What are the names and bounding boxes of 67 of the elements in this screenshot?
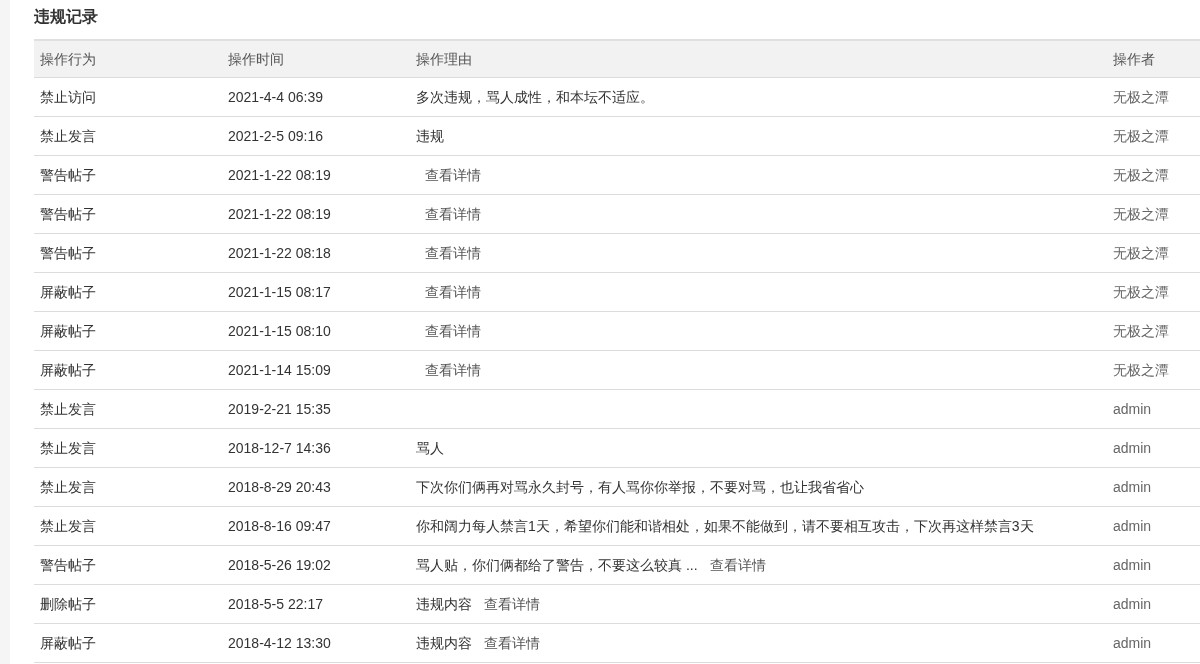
reason-text: 多次违规，骂人成性，和本坛不适应。	[416, 87, 654, 107]
table-cell-text: 屏蔽帖子	[39, 282, 97, 302]
table-cell-text: 无极之潭	[1112, 165, 1170, 185]
reason-text: 违规	[416, 126, 444, 146]
table-cell-text: admin	[1112, 477, 1153, 497]
column-header: 操作行为	[39, 49, 97, 69]
table-cell-text: 无极之潭	[1112, 282, 1170, 302]
table-cell-text: 警告帖子	[39, 243, 97, 263]
table-cell-text: 禁止发言	[39, 477, 97, 497]
table-cell-text: admin	[1112, 555, 1153, 575]
table-cell-text: 2018-12-7 14:36	[227, 438, 332, 458]
table-cell-text: 2018-8-16 09:47	[227, 516, 332, 536]
table-cell-text: 2018-5-26 19:02	[227, 555, 332, 575]
table-cell-text: 2021-1-14 15:09	[227, 360, 332, 380]
view-details-link[interactable]: 查看详情	[709, 554, 766, 576]
view-details-link[interactable]: 查看详情	[484, 593, 540, 615]
table-cell-text: 警告帖子	[39, 204, 97, 224]
reason-text: 违规内容	[416, 633, 472, 653]
table-cell-text: 屏蔽帖子	[39, 321, 97, 341]
reason-text: 骂人贴，你们俩都给了警告，不要这么较真 ...	[416, 555, 698, 575]
table-cell-text: admin	[1112, 594, 1153, 614]
table-cell-text: 无极之潭	[1112, 321, 1170, 341]
section-title: 违规记录	[34, 7, 99, 27]
table-cell-text: 2021-1-15 08:17	[227, 282, 332, 302]
table-cell-text: 屏蔽帖子	[39, 360, 97, 380]
table-cell-text: 2021-4-4 06:39	[227, 87, 324, 107]
table-cell-text: admin	[1112, 438, 1153, 458]
table-cell-text: 2018-8-29 20:43	[227, 477, 332, 497]
table-cell-text: admin	[1112, 633, 1153, 653]
table-cell-text: admin	[1112, 516, 1153, 536]
table-cell-text: 2021-2-5 09:16	[227, 126, 324, 146]
table-cell-text: 2021-1-22 08:19	[227, 165, 332, 185]
table-cell-text: 禁止访问	[39, 87, 97, 107]
reason-text: 违规内容	[416, 594, 472, 614]
table-cell-text: 禁止发言	[39, 438, 97, 458]
table-cell-text: 2019-2-21 15:35	[227, 399, 332, 419]
table-cell-text: 2018-5-5 22:17	[227, 594, 324, 614]
table-cell-text: 无极之潭	[1112, 126, 1170, 146]
table-cell-text: 删除帖子	[39, 594, 97, 614]
reason-text: 骂人	[416, 438, 444, 458]
view-details-link[interactable]: 查看详情	[425, 242, 481, 264]
table-cell-text: 警告帖子	[39, 555, 97, 575]
table-cell-text: 屏蔽帖子	[39, 633, 97, 653]
view-details-link[interactable]: 查看详情	[425, 281, 481, 303]
table-cell-text: 2018-4-12 13:30	[227, 633, 332, 653]
reason-text: 你和阔力每人禁言1天，希望你们能和谐相处，如果不能做到，请不要相互攻击，下次再这样禁言3天	[416, 516, 1034, 536]
table-cell-text: 无极之潭	[1112, 87, 1170, 107]
view-details-link[interactable]: 查看详情	[425, 203, 481, 225]
column-header: 操作者	[1112, 49, 1156, 69]
table-cell-text: 禁止发言	[39, 126, 97, 146]
table-cell-text: 2021-1-15 08:10	[227, 321, 332, 341]
view-details-link[interactable]: 查看详情	[484, 632, 540, 654]
table-cell-text: 2021-1-22 08:18	[227, 243, 332, 263]
column-header: 操作理由	[415, 49, 473, 69]
table-cell-text: 禁止发言	[39, 516, 97, 536]
reason-text: 下次你们俩再对骂永久封号，有人骂你你举报，不要对骂，也让我省省心	[416, 477, 864, 497]
table-cell-text: 无极之潭	[1112, 204, 1170, 224]
table-cell-text: admin	[1112, 399, 1153, 419]
table-cell-text: 2021-1-22 08:19	[227, 204, 332, 224]
table-cell-text: 警告帖子	[39, 165, 97, 185]
table-cell-text: 无极之潭	[1112, 243, 1170, 263]
view-details-link[interactable]: 查看详情	[425, 359, 481, 381]
view-details-link[interactable]: 查看详情	[425, 164, 481, 186]
view-details-link[interactable]: 查看详情	[425, 320, 481, 342]
table-cell-text: 无极之潭	[1112, 360, 1170, 380]
column-header: 操作时间	[227, 49, 285, 69]
table-cell-text: 禁止发言	[39, 399, 97, 419]
